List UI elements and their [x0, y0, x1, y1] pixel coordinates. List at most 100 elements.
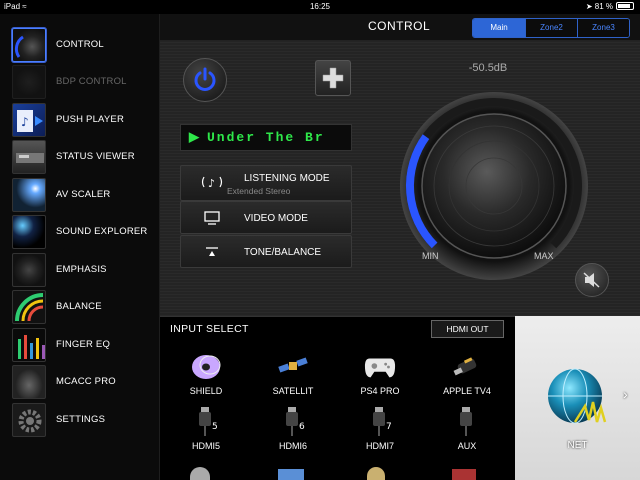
input-item-hdmi6[interactable]: 6 HDMI6: [249, 407, 337, 459]
sidebar-item-label: CONTROL: [56, 39, 104, 50]
input-label: APPLE TV4: [443, 386, 491, 396]
mute-button[interactable]: [575, 263, 609, 297]
page-title: CONTROL: [368, 19, 431, 33]
input-label: HDMI6: [278, 441, 307, 451]
hdmi-cable-icon: 7: [364, 407, 396, 437]
hdmi-number-badge: 5: [212, 422, 218, 432]
sidebar-item-label: PUSH PLAYER: [56, 114, 125, 125]
input-item-shield[interactable]: SHIELD: [162, 352, 250, 404]
tab-zone2[interactable]: Zone2: [525, 19, 577, 37]
power-button[interactable]: [183, 58, 227, 102]
top-header: CONTROL Main Zone2 Zone3: [160, 14, 640, 41]
tab-zone3[interactable]: Zone3: [577, 19, 629, 37]
sidebar-item-av-scaler[interactable]: AV SCALER: [0, 176, 160, 213]
input-label: HDMI5: [191, 441, 220, 451]
sidebar-item-label: AV SCALER: [56, 189, 111, 200]
mcacc-icon: [12, 364, 46, 399]
sidebar-item-push-player[interactable]: ♪ PUSH PLAYER: [0, 101, 160, 138]
globe-net-icon: [548, 368, 607, 424]
gamepad-icon: [364, 352, 396, 382]
next-row-icon: [452, 469, 476, 480]
svg-text:♪: ♪: [21, 115, 29, 129]
sidebar-item-emphasis[interactable]: EMPHASIS: [0, 251, 160, 288]
sidebar-item-label: STATUS VIEWER: [56, 151, 135, 162]
input-item-ps4-pro[interactable]: PS4 PRO: [336, 352, 424, 404]
sidebar-item-bdp-control[interactable]: BDP CONTROL: [0, 63, 160, 100]
balance-meter-icon: [12, 289, 46, 324]
music-note-icon: ♪: [201, 176, 223, 190]
next-row-icon: [367, 467, 385, 480]
sidebar-item-label: FINGER EQ: [56, 339, 111, 350]
net-source-panel[interactable]: › NET: [515, 316, 640, 480]
sidebar-item-settings[interactable]: SETTINGS: [0, 401, 160, 438]
speaker-explorer-icon: [12, 214, 46, 249]
next-row-icon: [190, 467, 210, 480]
mute-icon: [583, 272, 600, 288]
knob-face: [421, 113, 567, 259]
receiver-status-icon: [12, 139, 46, 174]
listening-mode-button[interactable]: ♪ LISTENING MODE Extended Stereo: [180, 165, 352, 201]
input-item-satellite[interactable]: SATELLIT: [249, 352, 337, 404]
input-label: SHIELD: [189, 386, 223, 396]
input-label: SATELLIT: [272, 386, 314, 396]
video-mode-label: VIDEO MODE: [244, 213, 308, 224]
tone-balance-button[interactable]: TONE/BALANCE: [180, 235, 352, 268]
now-playing-text: Under The Br: [207, 130, 325, 145]
sidebar-item-label: BALANCE: [56, 301, 102, 312]
volume-knob-icon: [12, 27, 46, 62]
sidebar-item-label: SOUND EXPLORER: [56, 226, 148, 237]
sidebar-item-label: MCACC PRO: [56, 376, 116, 387]
hdmi-number-badge: 7: [386, 422, 392, 432]
zone-selector: Main Zone2 Zone3: [472, 18, 630, 38]
input-select-title: INPUT SELECT: [170, 323, 249, 335]
min-label: MIN: [422, 251, 439, 261]
status-bar: iPad ≈ 16:25 ➤ 81 %: [0, 0, 640, 14]
battery-icon: [616, 2, 634, 10]
sidebar-item-sound-explorer[interactable]: SOUND EXPLORER: [0, 213, 160, 250]
monitor-icon: [204, 211, 220, 225]
dpad-icon: [322, 67, 344, 89]
clock: 16:25: [309, 2, 331, 11]
now-playing-display: ▶ Under The Br: [180, 124, 352, 151]
sidebar-item-finger-eq[interactable]: FINGER EQ: [0, 326, 160, 363]
sidebar-item-mcacc-pro[interactable]: MCACC PRO: [0, 363, 160, 400]
cursor-pad-button[interactable]: [315, 60, 351, 96]
input-item-hdmi5[interactable]: 5 HDMI5: [162, 407, 250, 459]
speaker-icon: [12, 252, 46, 287]
svg-text:♪: ♪: [208, 177, 215, 190]
eq-icon: [12, 327, 46, 362]
hdmi-cable-icon: 6: [277, 407, 309, 437]
hdmi-number-badge: 6: [299, 422, 305, 432]
sidebar: CONTROL BDP CONTROL ♪ PUSH PLAYER STATUS…: [0, 14, 160, 480]
power-icon: [194, 67, 216, 91]
input-select-panel: INPUT SELECT HDMI OUT SHIELD SATELLIT PS…: [160, 316, 515, 480]
sidebar-item-control[interactable]: CONTROL: [0, 26, 160, 63]
satellite-icon: [277, 352, 309, 382]
input-item-hdmi7[interactable]: 7 HDMI7: [336, 407, 424, 459]
scaler-icon: [12, 177, 46, 212]
chevron-right-icon[interactable]: ›: [623, 386, 628, 402]
sidebar-item-balance[interactable]: BALANCE: [0, 288, 160, 325]
disc-player-icon: [12, 64, 46, 99]
tone-icon: [206, 247, 218, 256]
hdmi-cable-icon: [451, 407, 483, 437]
input-label: PS4 PRO: [360, 386, 400, 396]
music-push-icon: ♪: [12, 102, 46, 137]
sidebar-item-status-viewer[interactable]: STATUS VIEWER: [0, 138, 160, 175]
hdmi-stick-icon: [451, 352, 483, 382]
input-item-aux[interactable]: AUX: [423, 407, 511, 459]
volume-readout: -50.5dB: [468, 62, 508, 74]
input-item-apple-tv4[interactable]: APPLE TV4: [423, 352, 511, 404]
tab-main-zone[interactable]: Main: [473, 19, 525, 37]
input-label: HDMI7: [365, 441, 394, 451]
control-panel: -50.5dB ▶ Under The Br ♪ LISTENING MODE E…: [160, 41, 640, 316]
disc-icon: [190, 352, 222, 382]
gear-icon: [12, 402, 46, 437]
sidebar-item-label: EMPHASIS: [56, 264, 107, 275]
battery-status: ➤ 81 %: [586, 0, 634, 14]
video-mode-button[interactable]: VIDEO MODE: [180, 201, 352, 234]
hdmi-cable-icon: 5: [190, 407, 222, 437]
hdmi-out-button[interactable]: HDMI OUT: [431, 320, 504, 338]
listening-mode-label: LISTENING MODE: [244, 173, 330, 184]
next-row-icon: [278, 469, 304, 480]
